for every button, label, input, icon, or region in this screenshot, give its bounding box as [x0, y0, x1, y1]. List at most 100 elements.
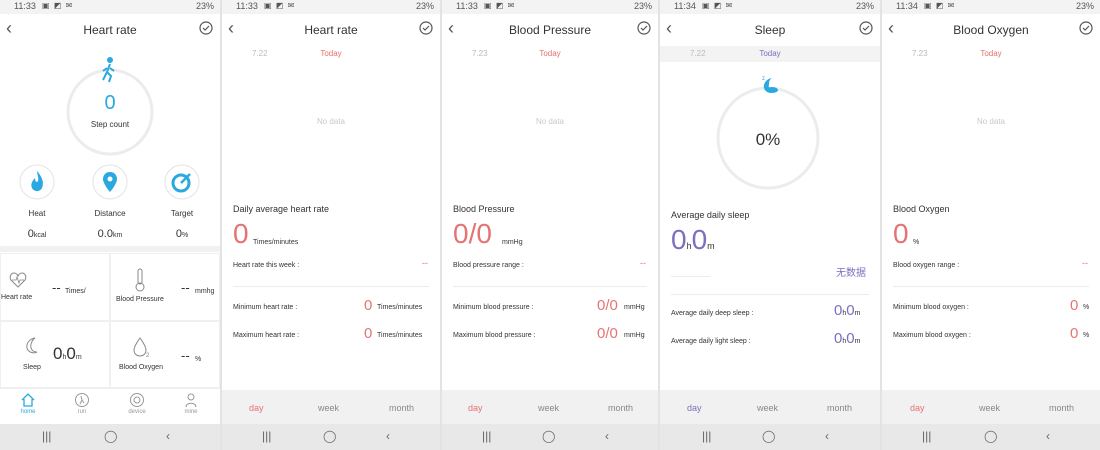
light-sleep-label: Average daily light sleep :	[671, 338, 751, 345]
system-back-button[interactable]: ‹	[1046, 429, 1050, 443]
top-nav: ‹ Blood Oxygen	[882, 14, 1100, 46]
deep-sleep-value: 0h0m	[834, 302, 860, 320]
period-week[interactable]: week	[757, 403, 778, 413]
separator	[893, 286, 1089, 287]
walk-icon	[102, 57, 115, 83]
heart-rate-card-unit: Times/	[65, 288, 86, 295]
distance-label: Distance	[94, 209, 126, 218]
notification-icons: ▣ ◩ ✉	[264, 1, 296, 10]
panel-blood-oxygen: 11:34 ▣ ◩ ✉ 23% ‹ Blood Oxygen 7.23 Toda…	[882, 0, 1100, 450]
home-button[interactable]: ◯	[542, 429, 555, 443]
period-day[interactable]: day	[687, 403, 702, 413]
target-metric[interactable]: Target 0%	[163, 164, 201, 242]
no-data-label: 无数据	[836, 268, 866, 279]
average-sleep-m-unit: m	[707, 241, 715, 251]
blood-pressure-card-unit: mmhg	[195, 288, 215, 295]
period-month[interactable]: month	[389, 403, 414, 413]
tab-run-label: run	[77, 409, 87, 415]
period-month[interactable]: month	[1049, 403, 1074, 413]
period-week[interactable]: week	[538, 403, 559, 413]
blood-oxygen-card-value: --	[181, 348, 190, 363]
top-nav: ‹ Sleep	[660, 14, 880, 46]
blood-pressure-unit: mmHg	[502, 239, 523, 246]
period-month[interactable]: month	[608, 403, 633, 413]
sleep-card[interactable]: Sleep 0h0m	[0, 321, 110, 388]
page-title: Blood Oxygen	[953, 23, 1029, 37]
blood-pressure-range-label: Blood pressure range :	[453, 262, 524, 269]
tab-run[interactable]: run	[62, 392, 102, 415]
period-day[interactable]: day	[468, 403, 483, 413]
blood-oxygen-range-label: Blood oxygen range :	[893, 262, 960, 269]
current-date[interactable]: Today	[222, 49, 440, 58]
period-week[interactable]: week	[979, 403, 1000, 413]
period-tabs: day week month	[442, 390, 658, 424]
date-selector: 7.23 Today	[442, 46, 658, 62]
weekly-heart-rate-label: Heart rate this week :	[233, 262, 300, 269]
refresh-icon[interactable]	[418, 20, 434, 36]
heart-rate-card[interactable]: Heart rate -- Times/	[0, 253, 110, 321]
refresh-icon[interactable]	[1078, 20, 1094, 36]
recents-button[interactable]: |||	[922, 429, 931, 443]
tab-device[interactable]: device	[117, 392, 157, 415]
current-date[interactable]: Today	[442, 49, 658, 58]
system-back-button[interactable]: ‹	[825, 429, 829, 443]
system-back-button[interactable]: ‹	[605, 429, 609, 443]
svg-text:2: 2	[146, 353, 150, 358]
period-day[interactable]: day	[910, 403, 925, 413]
max-blood-pressure-value: 0/0	[597, 325, 618, 342]
system-back-button[interactable]: ‹	[166, 429, 170, 443]
step-count-value: 0	[104, 92, 116, 114]
blood-pressure-card[interactable]: Blood Pressure -- mmhg	[110, 253, 220, 321]
status-time: 11:34	[674, 1, 696, 11]
run-icon	[75, 393, 89, 407]
blood-oxygen-range-value: --	[1082, 258, 1088, 268]
recents-button[interactable]: |||	[42, 429, 51, 443]
target-label: Target	[170, 209, 194, 218]
home-button[interactable]: ◯	[104, 429, 117, 443]
period-day[interactable]: day	[249, 403, 264, 413]
blood-pressure-card-label: Blood Pressure	[116, 296, 164, 303]
home-button[interactable]: ◯	[323, 429, 336, 443]
system-back-button[interactable]: ‹	[386, 429, 390, 443]
tab-mine-label: mine	[184, 409, 198, 415]
system-nav: ||| ◯ ‹	[222, 424, 440, 450]
blood-oxygen-card[interactable]: 2 Blood Oxygen -- %	[110, 321, 220, 388]
refresh-icon[interactable]	[636, 20, 652, 36]
refresh-icon[interactable]	[858, 20, 874, 36]
status-time: 11:34	[896, 1, 918, 11]
home-button[interactable]: ◯	[984, 429, 997, 443]
distance-metric[interactable]: Distance 0.0km	[89, 164, 131, 242]
max-heart-rate-value: 0	[364, 325, 373, 342]
period-month[interactable]: month	[827, 403, 852, 413]
home-button[interactable]: ◯	[762, 429, 775, 443]
sleep-card-label: Sleep	[23, 364, 41, 371]
heat-metric[interactable]: Heat 0kcal	[18, 164, 56, 242]
distance-value: 0.0	[97, 228, 113, 240]
current-date[interactable]: Today	[882, 49, 1100, 58]
tab-home-label: home	[20, 409, 36, 415]
page-title: Blood Pressure	[508, 23, 592, 37]
refresh-icon[interactable]	[198, 20, 214, 36]
tab-home[interactable]: home	[8, 392, 48, 415]
recents-button[interactable]: |||	[482, 429, 491, 443]
section-title: Blood Oxygen	[893, 204, 950, 214]
notification-icons: ▣ ◩ ✉	[924, 1, 956, 10]
page-title: Heart rate	[83, 23, 137, 37]
panel-home: 11:33 ▣ ◩ ✉ 23% ‹ Heart rate 0 Step coun…	[0, 0, 220, 450]
battery-level: 23%	[195, 1, 214, 11]
min-blood-oxygen-label: Minimum blood oxygen :	[893, 304, 969, 311]
recents-button[interactable]: |||	[262, 429, 271, 443]
tab-mine[interactable]: mine	[171, 392, 211, 415]
min-blood-oxygen-value: 0	[1070, 297, 1079, 314]
sleep-card-m-unit: m	[75, 354, 82, 361]
period-week[interactable]: week	[318, 403, 339, 413]
blood-pressure-range-value: --	[640, 258, 646, 268]
current-date[interactable]: Today	[660, 49, 880, 58]
max-blood-oxygen-unit: %	[1083, 332, 1090, 339]
status-bar: 11:34 ▣ ◩ ✉ 23%	[660, 0, 880, 14]
deep-sleep-m-unit: m	[854, 310, 861, 317]
blood-oxygen-card-label: Blood Oxygen	[119, 364, 163, 371]
system-nav: ||| ◯ ‹	[442, 424, 658, 450]
recents-button[interactable]: |||	[702, 429, 711, 443]
average-heart-rate-unit: Times/minutes	[253, 239, 299, 246]
